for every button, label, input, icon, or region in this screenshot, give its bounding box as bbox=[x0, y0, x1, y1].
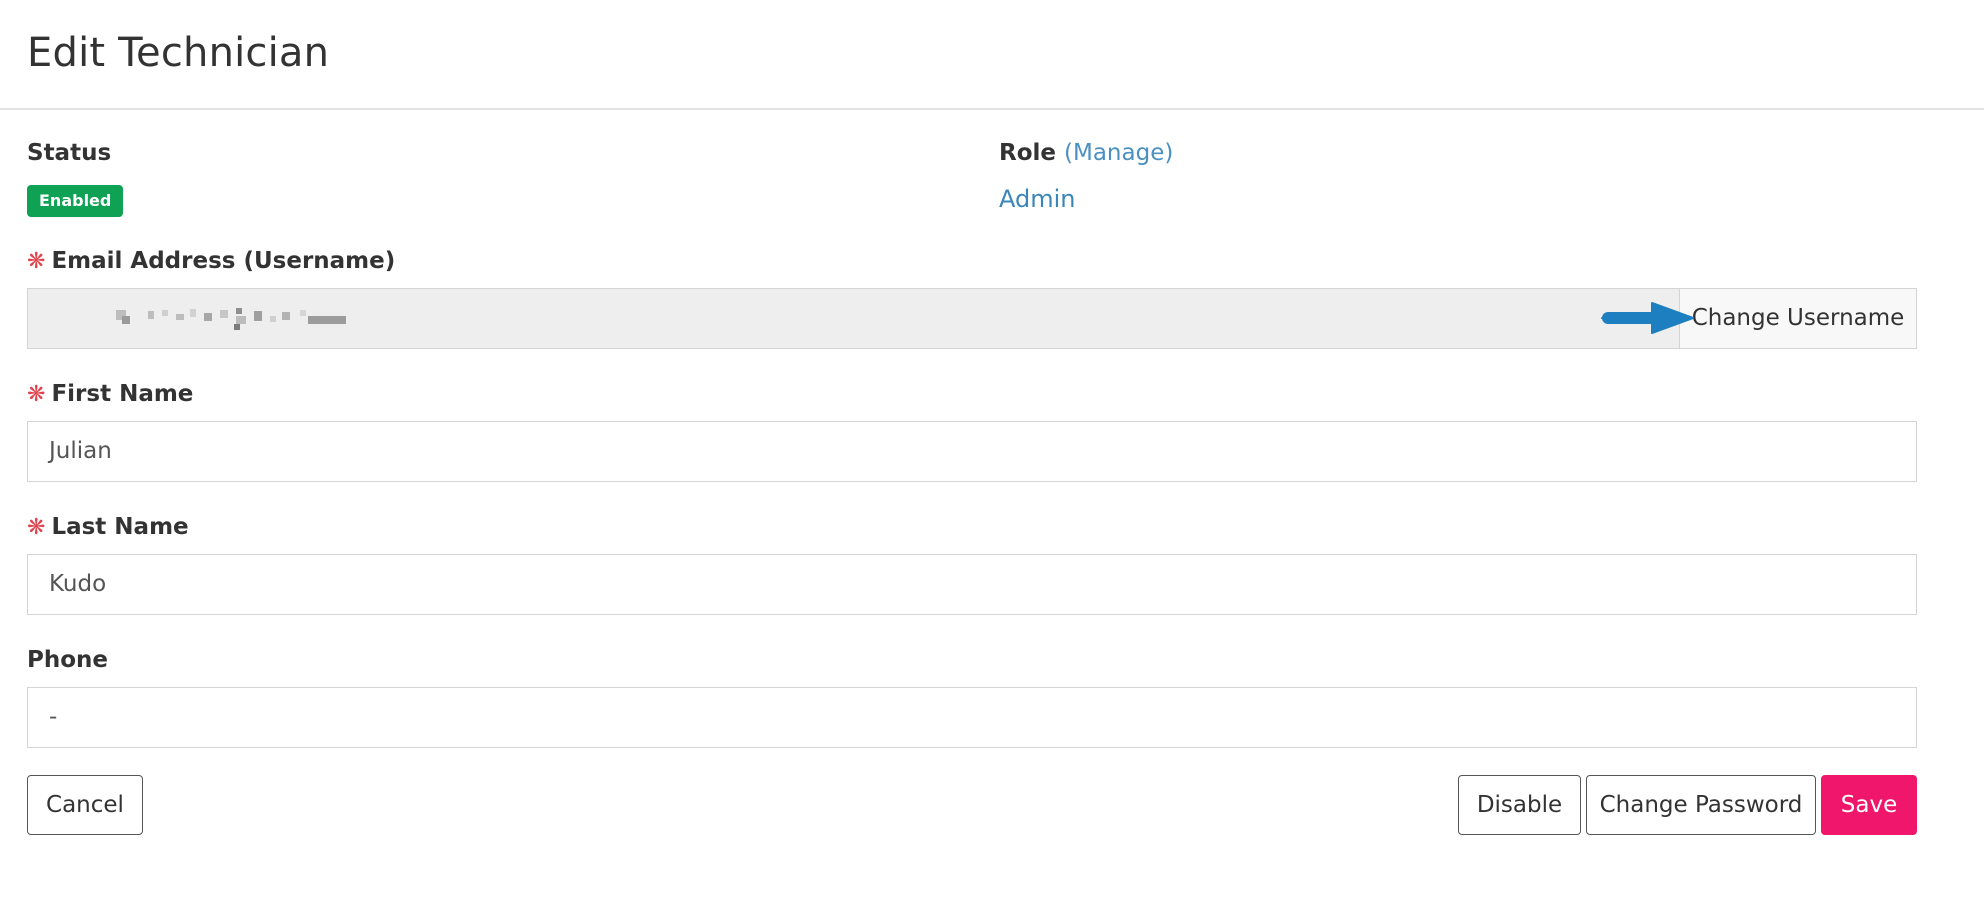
cancel-button[interactable]: Cancel bbox=[27, 775, 143, 835]
status-badge: Enabled bbox=[27, 185, 124, 217]
change-password-button[interactable]: Change Password bbox=[1586, 775, 1816, 835]
arrow-right-icon bbox=[1601, 302, 1694, 334]
disable-button[interactable]: Disable bbox=[1458, 775, 1581, 835]
status-label: Status bbox=[27, 140, 112, 166]
save-button[interactable]: Save bbox=[1821, 775, 1917, 835]
first-name-input[interactable]: Julian bbox=[27, 421, 1917, 482]
manage-roles-link[interactable]: (Manage) bbox=[1064, 140, 1173, 166]
role-value-link[interactable]: Admin bbox=[999, 185, 1076, 213]
role-label: Role bbox=[999, 140, 1056, 166]
last-name-input[interactable]: Kudo bbox=[27, 554, 1917, 615]
required-asterisk-icon: ❋ bbox=[27, 515, 46, 540]
page-title: Edit Technician bbox=[27, 30, 330, 76]
email-value-redacted bbox=[86, 306, 346, 330]
required-asterisk-icon: ❋ bbox=[27, 249, 46, 274]
last-name-label: ❋ Last Name bbox=[27, 514, 189, 540]
role-label-group: Role (Manage) bbox=[999, 140, 1173, 166]
change-username-button[interactable]: Change Username bbox=[1679, 289, 1916, 348]
first-name-label-text: First Name bbox=[51, 381, 194, 407]
phone-input[interactable]: - bbox=[27, 687, 1917, 748]
email-label: ❋ Email Address (Username) bbox=[27, 248, 395, 274]
page-header: Edit Technician bbox=[0, 0, 1984, 110]
email-label-text: Email Address (Username) bbox=[51, 248, 396, 274]
first-name-label: ❋ First Name bbox=[27, 381, 193, 407]
phone-label: Phone bbox=[27, 647, 109, 673]
last-name-label-text: Last Name bbox=[51, 514, 189, 540]
required-asterisk-icon: ❋ bbox=[27, 382, 46, 407]
